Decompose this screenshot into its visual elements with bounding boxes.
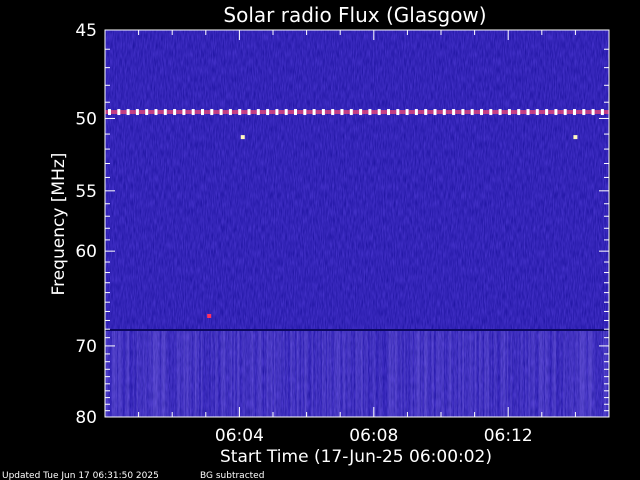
interference-spike [563,109,567,116]
background-note: BG subtracted [200,471,264,480]
interference-spike [377,109,381,116]
interference-spike [219,109,223,116]
emission-spot [573,135,578,140]
interference-spike [238,109,242,116]
y-tick-label: 70 [75,337,97,357]
y-tick-label: 60 [75,242,97,262]
y-tick-label: 50 [75,109,97,129]
plot-area [104,29,610,418]
x-tick-label: 06:12 [484,426,533,446]
interference-spike [480,109,483,116]
interference-spike [600,109,604,116]
interference-spike [135,109,139,116]
interference-spike [284,109,288,116]
interference-spike [507,109,511,116]
interference-spike [117,109,121,116]
interference-spike [582,109,586,116]
interference-spike [349,109,353,116]
interference-spike [191,109,195,116]
interference-spike [573,109,576,116]
interference-spike [228,109,232,116]
x-axis-label: Start Time (17-Jun-25 06:00:02) [220,447,492,467]
interference-spike [498,109,502,116]
interference-spike [526,109,530,116]
interference-spike [108,109,111,116]
interference-spike [312,109,316,116]
interference-spike [163,109,167,116]
interference-spike [414,109,418,116]
interference-spike [452,109,456,116]
y-axis-label: Frequency [MHz] [49,153,69,296]
interference-spike [173,109,177,116]
y-tick-label: 45 [75,21,97,41]
interference-spike [545,109,549,116]
interference-spike [554,109,558,116]
x-tick-label: 06:04 [215,426,264,446]
spectrogram-streaks [105,330,609,417]
interference-spike [303,109,307,116]
interference-spike [442,109,446,116]
interference-spike [368,109,372,116]
interference-spike [405,109,409,116]
interference-spike [331,109,335,116]
interference-band [105,110,609,115]
interference-spike [247,109,251,116]
interference-spike [359,109,363,116]
interference-spike [182,109,186,116]
spectrogram-chart: Solar radio Flux (Glasgow) 455055607080 … [2,3,610,480]
interference-spike [396,109,400,116]
interference-spike [461,109,465,116]
interference-spike [210,109,214,116]
y-tick-label: 80 [75,408,97,428]
interference-spike [591,109,595,116]
interference-spike [294,109,297,116]
emission-spot [207,313,212,318]
interference-spike [433,109,437,116]
interference-spike [126,109,130,116]
y-tick-label: 55 [75,182,97,202]
interference-spike [340,109,344,116]
interference-spike [266,109,270,116]
interference-spike [470,109,474,116]
interference-spike [517,109,521,116]
interference-spike [145,109,149,116]
interference-spike [424,109,428,116]
interference-spike [201,109,204,116]
interference-spike [154,109,158,116]
interference-spike [535,109,539,116]
updated-timestamp: Updated Tue Jun 17 06:31:50 2025 [2,471,159,480]
x-tick-label: 06:08 [349,426,398,446]
interference-spike [256,109,260,116]
interference-spike [387,109,390,116]
emission-spot [240,135,245,140]
interference-spike [275,109,279,116]
chart-title: Solar radio Flux (Glasgow) [223,3,486,27]
interference-spike [489,109,493,116]
interference-spike [321,109,325,116]
